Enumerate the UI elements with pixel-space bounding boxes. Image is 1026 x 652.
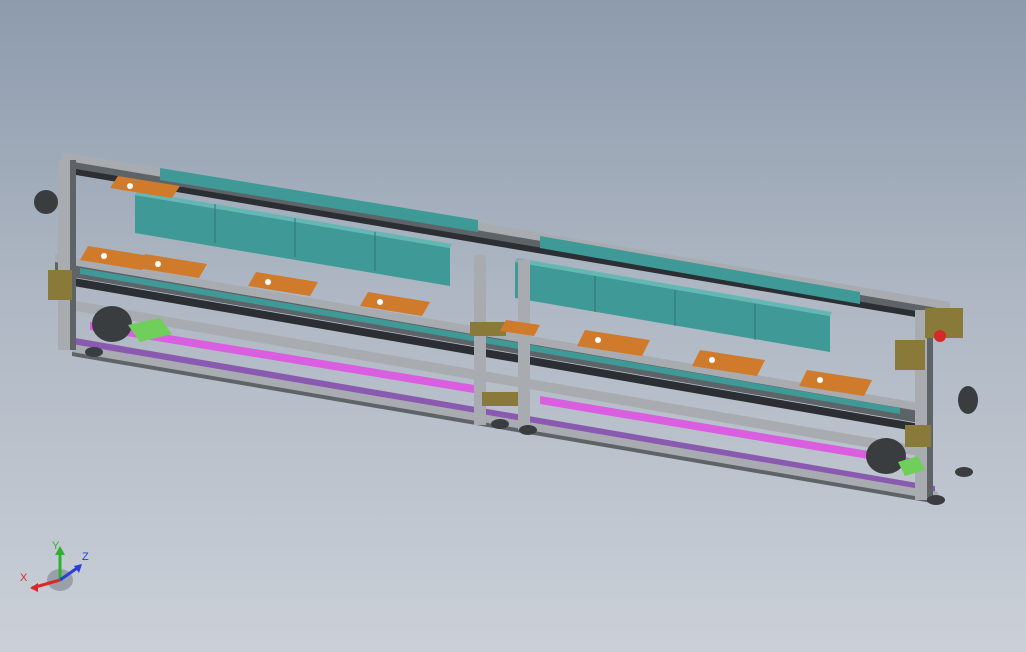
conveyor-model[interactable]: [0, 0, 1026, 652]
z-axis-label: Z: [82, 551, 89, 563]
coordinate-triad: X Y Z: [20, 540, 89, 592]
y-axis-label: Y: [52, 540, 60, 552]
3d-viewport[interactable]: X Y Z: [0, 0, 1026, 652]
x-axis-label: X: [20, 572, 28, 584]
